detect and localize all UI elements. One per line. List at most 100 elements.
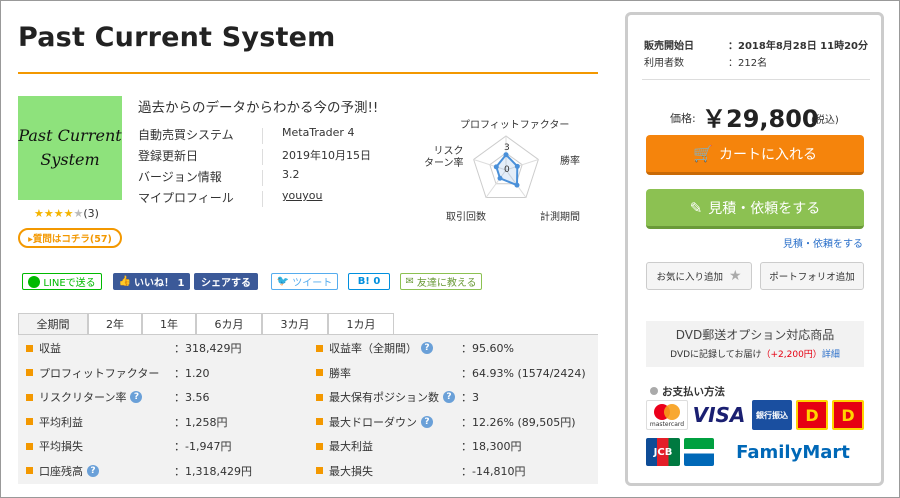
stat-row: 収益 ：318,429円 [26,338,242,358]
stat-row: 最大損失 ：-14,810円 [316,461,525,481]
tweet-label: ツイート [292,278,333,289]
stat-label: 収益 [39,342,61,355]
quote-request-button[interactable]: ✎ 見積・依頼をする [646,189,864,229]
radar-plot: 30 [473,135,539,199]
help-icon[interactable]: ? [443,391,455,403]
add-to-cart-label: カートに入れる [718,146,817,163]
stat-value: ：-1,947円 [174,440,232,453]
info-key-system: 自動売買システム [138,128,234,142]
thumbnail-text-2: System [40,150,100,169]
pencil-icon: ✎ [689,198,703,217]
stat-value: ：1,258円 [174,415,228,429]
stat-row: 最大ドローダウン? ：12.26% (89,505円) [316,412,576,432]
stat-row: 収益率（全期間）? ：95.60% [316,338,514,358]
stat-label: 最大損失 [329,464,373,478]
tab-1y[interactable]: 1年 [142,313,196,334]
stat-label: 平均損失 [39,440,83,453]
tab-3m[interactable]: 3カ月 [262,313,328,334]
bullet-square-icon [316,467,323,474]
dvd-description: DVDに記録してお届け（+2,200円）詳細 [646,347,864,360]
payment-methods-text: お支払い方法 [662,386,725,398]
twitter-bird-icon: 🐦 [276,276,290,287]
help-icon[interactable]: ? [87,464,99,477]
tell-friend-button[interactable]: ✉ 友達に教える [400,273,482,290]
stat-row: 口座残高? ：1,318,429円 [26,461,252,481]
user-count: 利用者数 ：212名 [644,54,767,69]
tab-2y[interactable]: 2年 [88,313,142,334]
add-portfolio-button[interactable]: ポートフォリオ追加 [760,262,864,290]
stat-row: 最大利益 ：18,300円 [316,436,522,456]
catch-copy: 過去からのデータからわかる今の予測!! [138,100,379,116]
bullet-square-icon [26,418,33,425]
stat-value: ：3.56 [174,391,210,404]
page-title: Past Current System [18,22,336,53]
quote-request-link[interactable]: 見積・依頼をする [783,235,863,250]
user-count-value: ：212名 [728,58,768,69]
stat-label: 勝率 [329,366,351,380]
info-value-updated: 2019年10月15日 [282,149,371,162]
mastercard-text: mastercard [649,420,685,428]
sale-start-value: ：2018年8月28日 11時20分 [728,41,869,52]
hatena-bookmark-button[interactable]: B! 0 [348,273,390,290]
stat-label: 最大ドローダウン [329,415,417,429]
stat-value: ：1,318,429円 [174,464,252,478]
stat-row: 勝率 ：64.93% (1574/2424) [316,363,586,383]
bullet-square-icon [26,369,33,376]
question-button[interactable]: ▸質問はコチラ(57) [18,228,122,248]
facebook-like-button[interactable]: 👍 いいね！ 1 [113,273,190,290]
thumbs-up-icon: 👍 [118,276,131,287]
help-icon[interactable]: ? [421,342,433,354]
jcb-logo: JCB [646,438,680,466]
tab-1m[interactable]: 1カ月 [328,313,394,334]
price-label: 価格: [670,112,696,125]
star-icon: ★ [43,207,54,220]
radar-scale-label: 3 [504,143,510,153]
line-share-button[interactable]: LINEで送る [22,273,102,290]
mail-icon: ✉ [405,276,414,287]
star-icon: ★ [73,207,84,220]
stat-value: ：64.93% (1574/2424) [461,366,586,380]
sale-start-label: 販売開始日 [644,41,694,52]
tab-all[interactable]: 全期間 [18,313,88,334]
radar-scale-label: 0 [504,165,510,175]
sidebar-divider [642,79,870,80]
tweet-button[interactable]: 🐦 ツイート [271,273,338,290]
familymart-logo: FamilyMart [736,441,850,463]
star-icon: ★ [728,268,742,284]
stat-label: 最大利益 [329,440,373,453]
radar-chart: プロフィットファクター 勝率 計測期間 取引回数 リスク ターン率 30 [420,112,590,223]
tax-label: (税込) [811,115,839,126]
user-count-label: 利用者数 [644,58,684,69]
info-separator [262,191,263,207]
stat-value: ：95.60% [461,342,514,355]
bullet-square-icon [316,442,323,450]
help-icon[interactable]: ? [130,391,143,403]
dvd-detail-link[interactable]: 詳細 [822,350,840,360]
star-rating: ★★★★★(3) [34,207,99,220]
stat-row: 平均利益 ：1,258円 [26,412,228,432]
mastercard-circles-icon [654,403,680,420]
radar-point [497,175,503,181]
cart-icon: 🛒 [693,144,713,163]
docomo-d-icon: D [832,400,864,430]
thumbnail-text-1: Past Current [18,126,122,145]
mastercard-logo: mastercard [646,400,688,430]
stat-value: ：1.20 [174,366,210,380]
dvd-desc-text: DVDに記録してお届け [670,350,762,360]
tell-friend-label: 友達に教える [416,278,477,289]
add-to-cart-button[interactable]: 🛒 カートに入れる [646,135,864,175]
stats-panel: 収益 ：318,429円 プロフィットファクター ：1.20 リスクリターン率? ：3.5… [18,334,598,484]
bullet-square-icon [26,344,33,352]
bullet-icon [650,387,658,395]
bullet-square-icon [26,393,33,401]
visa-logo: VISA [690,400,748,430]
add-favorite-button[interactable]: お気に入り追加 ★ [646,262,752,290]
stat-value: ：12.26% (89,505円) [461,415,576,429]
product-thumbnail[interactable]: Past Current System [18,96,122,200]
radar-point [514,182,520,188]
profile-link[interactable]: youyou [282,189,322,202]
facebook-share-button[interactable]: シェアする [194,273,258,290]
help-icon[interactable]: ? [421,415,433,428]
line-icon [28,275,41,288]
tab-6m[interactable]: 6カ月 [196,313,262,334]
